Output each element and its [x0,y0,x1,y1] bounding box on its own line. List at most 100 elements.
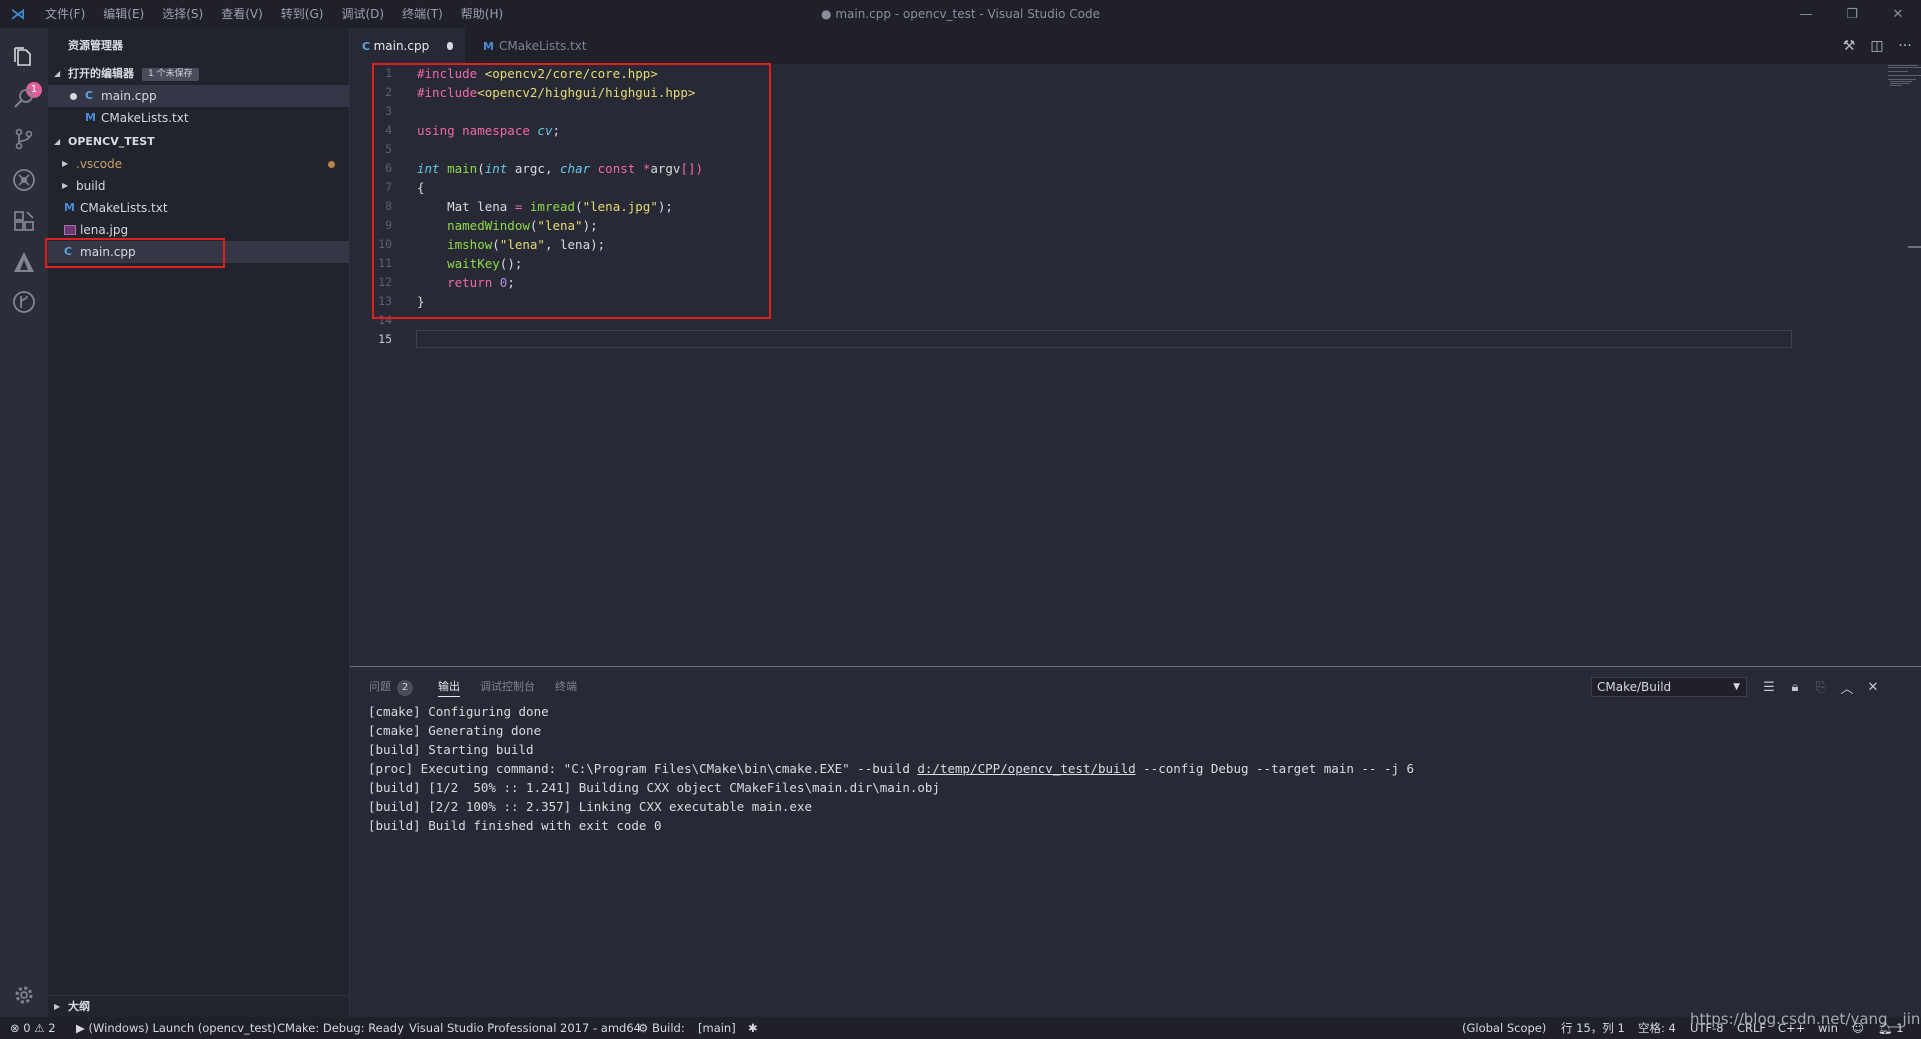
menu-go[interactable]: 转到(G) [272,0,333,28]
minimize-button[interactable]: — [1783,0,1829,28]
minimap[interactable] [1790,64,1921,104]
close-panel-icon[interactable]: ✕ [1862,677,1884,697]
tab-cmakelists[interactable]: M CMakeLists.txt [471,28,606,64]
launch-config[interactable]: ▶ (Windows) Launch (opencv_test) [76,1017,276,1039]
chevron-right-icon: ▶ [54,1001,61,1011]
open-editor-main-cpp[interactable]: C main.cpp [48,85,349,107]
clear-output-icon[interactable]: ☰ [1758,677,1780,697]
bottom-panel: 问题 2 输出 调试控制台 终端 CMake/Build ▼ ☰ 🔒︎ ⎘ ︿ ✕… [350,666,1921,1017]
source-control-icon[interactable] [9,124,39,154]
vscode-logo-icon: ⋊ [10,5,26,23]
chevron-down-icon: ▼ [1733,682,1740,692]
cmake-file-icon: M [85,111,96,124]
unsaved-badge: 1 个未保存 [142,67,199,81]
more-actions-icon[interactable]: ··· [1890,28,1920,64]
panel-tab-output[interactable]: 输出 [438,677,460,697]
unsaved-dot-icon[interactable] [447,42,453,50]
tree-item-label: build [76,179,106,193]
scope-indicator[interactable]: (Global Scope) [1462,1017,1546,1039]
cmake-icon[interactable] [9,247,39,277]
annotation-box-file [45,238,225,268]
build-hammer-icon[interactable]: ⚒ [1834,28,1864,64]
cursor-position[interactable]: 行 15，列 1 [1561,1017,1625,1039]
cmake-file-icon: M [483,39,494,53]
tree-file-cmakelists[interactable]: M CMakeLists.txt [48,197,349,219]
cpp-file-icon: C [362,39,371,53]
panel-tab-terminal[interactable]: 终端 [555,677,577,697]
project-label: OPENCV_TEST [68,135,155,148]
menu-help[interactable]: 帮助(H) [452,0,512,28]
error-icon: ⊗ [10,1021,20,1035]
explorer-icon[interactable] [9,42,39,72]
image-file-icon [64,225,76,235]
chevron-right-icon: ▶ [62,181,69,190]
modified-dot-icon [328,160,335,168]
tab-label: main.cpp [373,39,430,53]
chevron-right-icon: ▶ [62,159,69,168]
output-channel-select[interactable]: CMake/Build ▼ [1591,677,1747,697]
outline-header[interactable]: ▶ 大纲 [48,995,350,1017]
indentation[interactable]: 空格: 4 [1638,1017,1676,1039]
project-header[interactable]: ◢ OPENCV_TEST [48,131,349,153]
output-line: [build] Build finished with exit code 0 [368,818,662,833]
panel-tab-debug-console[interactable]: 调试控制台 [480,677,535,697]
extensions-icon[interactable] [9,206,39,236]
title-bar: ⋊ 文件(F) 编辑(E) 选择(S) 查看(V) 转到(G) 调试(D) 终端… [0,0,1921,28]
debug-bug-icon[interactable]: ✱ [748,1017,758,1039]
history-icon[interactable] [9,287,39,317]
menu-terminal[interactable]: 终端(T) [393,0,452,28]
problems-count-badge: 2 [397,680,413,696]
maximize-panel-icon[interactable]: ︿ [1836,677,1858,697]
panel-tab-problems[interactable]: 问题 2 [369,677,413,697]
build-target[interactable]: [main] [698,1017,736,1039]
output-line: [cmake] Generating done [368,723,542,738]
sidebar-title: 资源管理器 [68,39,123,52]
editor-tab-bar: C main.cpp M CMakeLists.txt ⚒ ◫ ··· [350,28,1921,64]
output-line: [build] Starting build [368,742,534,757]
open-editor-cmakelists[interactable]: M CMakeLists.txt [48,107,349,129]
output-line: [cmake] Configuring done [368,704,549,719]
watermark: https://blog.csdn.net/yang__jing [1690,1010,1921,1028]
tab-main-cpp[interactable]: C main.cpp [350,28,465,64]
line-number-current: 15 [378,332,392,346]
tab-label: CMakeLists.txt [499,39,587,53]
open-editors-label: 打开的编辑器 [68,67,134,80]
open-editors-header[interactable]: ◢ 打开的编辑器 1 个未保存 [48,63,349,85]
output-log[interactable]: [cmake] Configuring done [cmake] Generat… [368,702,1414,835]
cmake-status[interactable]: CMake: Debug: Ready [277,1017,404,1039]
menu-debug[interactable]: 调试(D) [332,0,393,28]
restore-button[interactable]: ❐ [1829,0,1875,28]
collapse-caret-icon: ◢ [54,137,61,146]
open-editor-label: main.cpp [101,89,157,103]
cmake-kit[interactable]: Visual Studio Professional 2017 - amd64 [409,1017,641,1039]
settings-gear-icon[interactable] [9,980,39,1010]
explorer-sidebar: 资源管理器 ◢ 打开的编辑器 1 个未保存 C main.cpp M CMake… [48,28,350,1017]
play-icon: ▶ [76,1021,85,1035]
lock-scroll-icon[interactable]: 🔒︎ [1784,677,1806,697]
split-editor-icon[interactable]: ◫ [1862,28,1892,64]
open-editor-label: CMakeLists.txt [101,111,189,125]
dirty-dot-icon [70,92,77,100]
tree-folder-build[interactable]: ▶ build [48,175,349,197]
gear-icon: ⚙ [638,1021,649,1035]
problems-status[interactable]: ⊗ 0 ⚠ 2 [10,1017,56,1039]
debug-icon[interactable] [9,165,39,195]
menu-edit[interactable]: 编辑(E) [94,0,153,28]
output-line: [build] [1/2 50% :: 1.241] Building CXX … [368,780,940,795]
tree-folder-vscode[interactable]: ▶ .vscode [48,153,349,175]
build-button[interactable]: ⚙ Build: [638,1017,685,1039]
collapse-caret-icon: ◢ [54,69,61,78]
annotation-box-code [372,63,771,319]
tree-item-label: CMakeLists.txt [80,201,168,215]
current-line-highlight [416,330,1792,348]
menu-selection[interactable]: 选择(S) [153,0,212,28]
close-window-button[interactable]: ✕ [1875,0,1921,28]
cpp-file-icon: C [85,89,94,102]
open-log-icon[interactable]: ⎘ [1810,677,1832,697]
tree-item-label: .vscode [76,157,123,171]
activity-bar: 1 [0,28,48,1017]
search-icon[interactable] [9,84,39,114]
build-dir-link[interactable]: d:/temp/CPP/opencv_test/build [917,761,1135,776]
menu-view[interactable]: 查看(V) [212,0,272,28]
menu-file[interactable]: 文件(F) [36,0,94,28]
